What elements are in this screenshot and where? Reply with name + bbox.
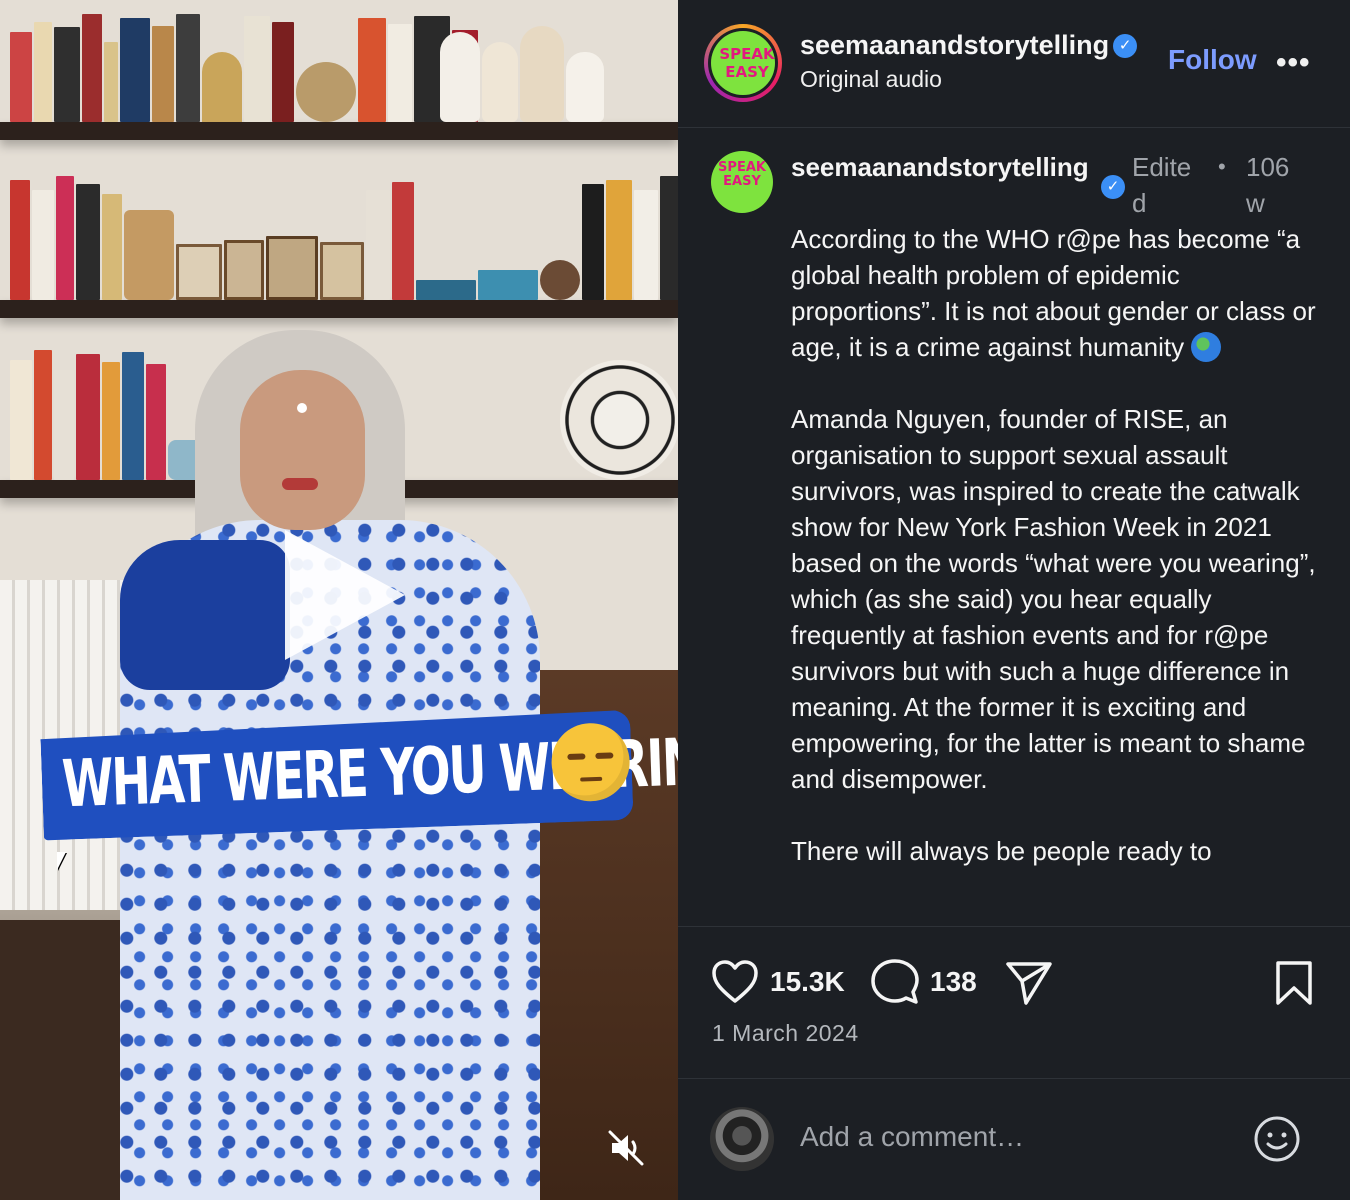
header-username[interactable]: seemaanandstorytelling ✓	[800, 30, 1138, 61]
follow-button[interactable]: Follow	[1168, 44, 1257, 76]
avatar-logo-text: SPEAK	[719, 45, 775, 63]
muted-speaker-icon[interactable]	[606, 1128, 646, 1168]
separator-dot: •	[1218, 154, 1226, 179]
more-options-icon[interactable]: •••	[1276, 46, 1311, 80]
post-date[interactable]: 1 March 2024	[712, 1020, 859, 1047]
bookshelf	[0, 300, 678, 318]
username-text[interactable]: seemaanandstorytelling	[800, 30, 1109, 60]
caption-text: According to the WHO r@pe has become “a …	[791, 221, 1319, 905]
caption-paragraph: Amanda Nguyen, founder of RISE, an organ…	[791, 404, 1316, 794]
text-overlay-banner: WHAT WERE YOU WEARING?	[40, 702, 678, 855]
comment-group: 138	[870, 958, 977, 1006]
books	[10, 172, 678, 300]
caption-username[interactable]: seemaanandstorytelling	[791, 149, 1101, 185]
figurines	[440, 20, 606, 122]
decorative-plate	[560, 360, 678, 480]
caption-paragraph-text: According to the WHO r@pe has become “a …	[791, 224, 1316, 362]
play-icon[interactable]	[285, 530, 405, 660]
caption-paragraph: There will always be people ready to	[791, 836, 1212, 866]
caption-area[interactable]: SPEAK EASY seemaanandstorytelling ✓ Edit…	[678, 129, 1350, 927]
person-face	[240, 370, 365, 530]
caption-author-avatar[interactable]: SPEAK EASY	[711, 151, 773, 213]
mouse-cursor-icon	[57, 852, 66, 870]
comment-icon[interactable]	[870, 958, 920, 1006]
current-user-avatar	[710, 1107, 774, 1171]
profile-avatar[interactable]: SPEAK EASY	[704, 24, 782, 102]
caption-paragraph: According to the WHO r@pe has become “a …	[791, 221, 1319, 365]
smiley-icon[interactable]	[1253, 1115, 1301, 1163]
like-group: 15.3K	[710, 958, 845, 1006]
bookshelf	[0, 122, 678, 140]
lips	[282, 478, 318, 490]
bindi	[297, 403, 307, 413]
post-actions: 15.3K 138 1 March 2024	[678, 928, 1350, 1078]
like-count[interactable]: 15.3K	[770, 966, 845, 998]
edited-label: Edited	[1132, 152, 1192, 218]
post-age[interactable]: 106 w	[1246, 149, 1306, 221]
avatar-logo-text: EASY	[723, 174, 761, 189]
globe-emoji-icon	[1191, 332, 1222, 362]
post-header: SPEAK EASY seemaanandstorytelling ✓ Origi…	[678, 0, 1350, 128]
bookmark-icon[interactable]	[1274, 960, 1314, 1006]
comment-count[interactable]: 138	[930, 966, 977, 998]
reel-video[interactable]: WHAT WERE YOU WEARING?	[0, 0, 678, 1200]
verified-badge-icon: ✓	[1113, 34, 1138, 58]
share-icon[interactable]	[1004, 959, 1054, 1007]
audio-link[interactable]: Original audio	[800, 66, 942, 93]
comment-bar	[678, 1078, 1350, 1200]
verified-badge-icon: ✓	[1101, 175, 1125, 199]
heart-icon[interactable]	[710, 958, 760, 1006]
books	[10, 10, 480, 122]
post-panel: SPEAK EASY seemaanandstorytelling ✓ Origi…	[678, 0, 1350, 1200]
avatar-logo-text: SPEAK	[718, 160, 766, 175]
add-comment-input[interactable]	[800, 1121, 1240, 1153]
person-blouse	[120, 540, 290, 690]
avatar-logo-text: EASY	[725, 63, 769, 81]
